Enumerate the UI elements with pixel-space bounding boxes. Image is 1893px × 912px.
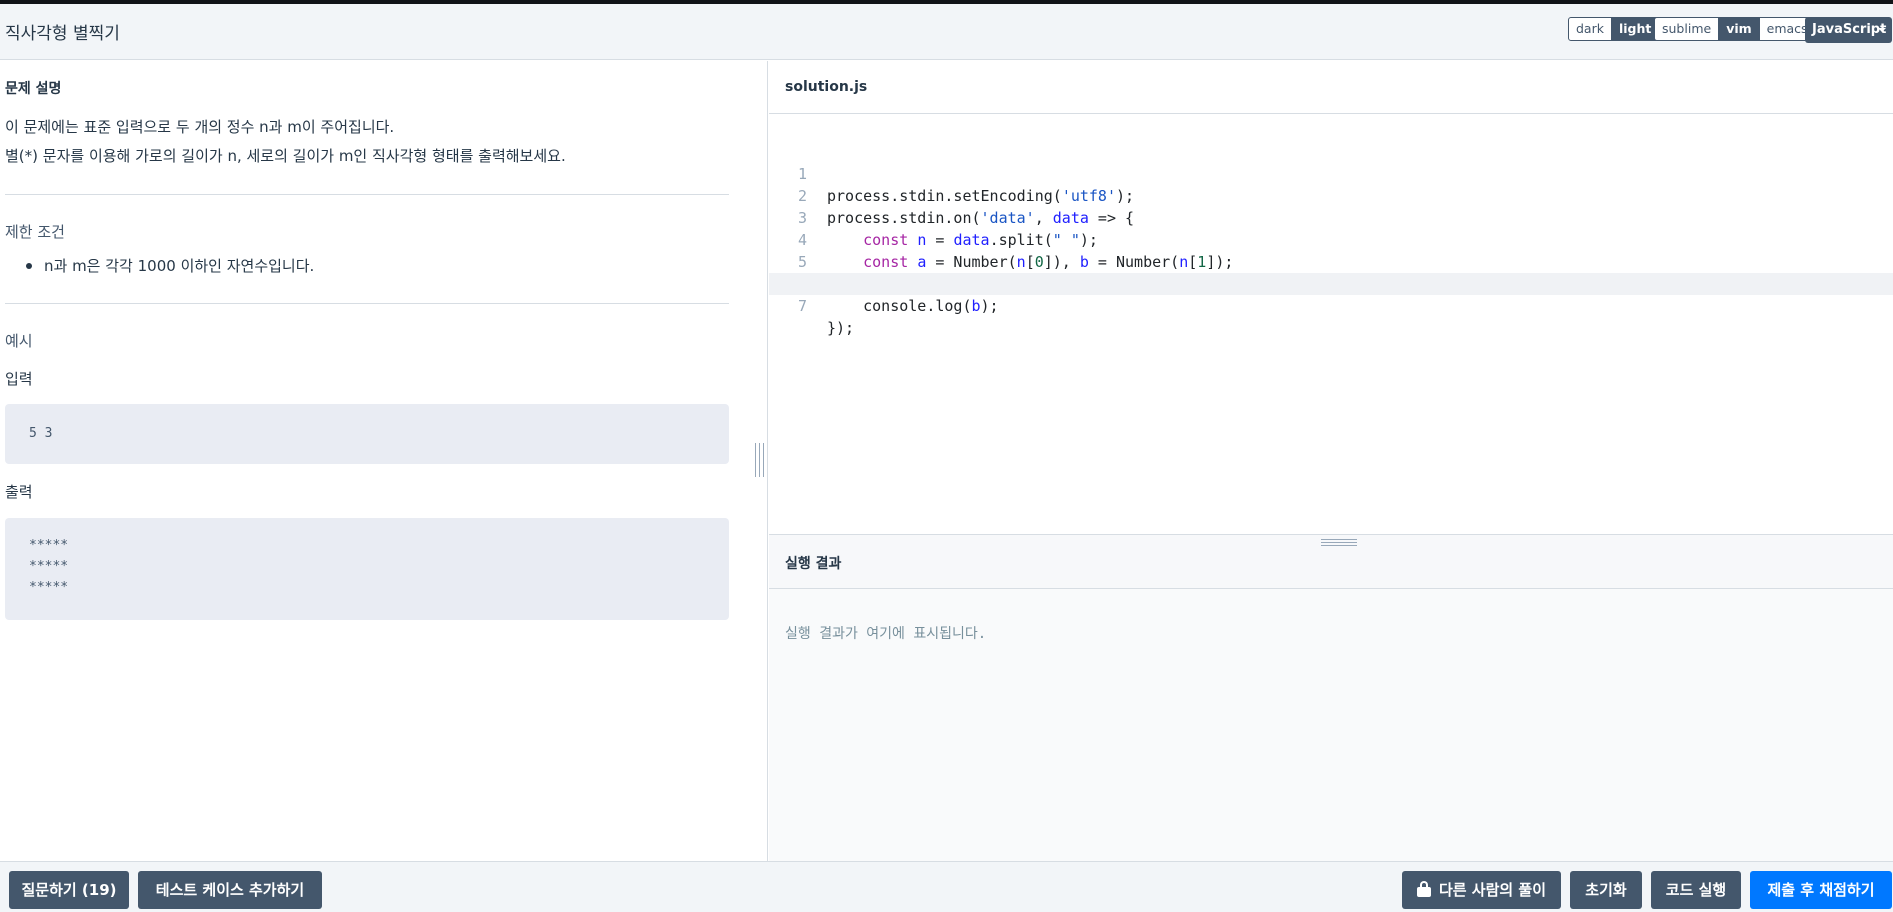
others-solution-button[interactable]: 다른 사람의 풀이 [1402,871,1561,909]
editor-header: solution.js [769,61,1893,114]
submit-button[interactable]: 제출 후 채점하기 [1750,871,1892,909]
header: 직사각형 별찍기 dark light sublime vim emacs Ja… [0,4,1893,60]
others-solution-label: 다른 사람의 풀이 [1438,881,1547,899]
output-label: 출력 [5,483,33,501]
keymap-toggle: sublime vim emacs [1654,17,1816,41]
language-dropdown[interactable]: JavaScript [1805,17,1892,43]
description-title: 문제 설명 [5,81,62,97]
code-line: 5 console.log(a); [769,229,1893,293]
keymap-sublime-button[interactable]: sublime [1654,17,1720,41]
theme-light-button[interactable]: light [1611,17,1660,41]
code-line-active: 7 }); [769,273,1893,337]
divider [5,303,729,304]
code-editor[interactable]: 1 process.stdin.setEncoding('utf8'); 2 p… [769,115,1893,534]
reset-button[interactable]: 초기화 [1570,871,1642,909]
line-number: 7 [797,297,807,315]
constraint-item: n과 m은 각각 1000 이하인 자연수입니다. [44,257,315,275]
problem-panel: 문제 설명 이 문제에는 표준 입력으로 두 개의 정수 n과 m이 주어집니다… [0,61,768,861]
input-example: 5 3 [5,404,729,464]
editor-filename: solution.js [785,79,868,95]
panel-resize-handle[interactable] [755,443,764,477]
divider [5,194,729,195]
footer: 질문하기 (19) 테스트 케이스 추가하기 다른 사람의 풀이 초기화 코드 … [0,861,1893,912]
keymap-vim-button[interactable]: vim [1719,17,1760,41]
code-line: 2 process.stdin.on('data', data => { [769,163,1893,227]
code-line: 4 const a = Number(n[0]), b = Number(n[1… [769,207,1893,271]
language-label: JavaScript [1812,22,1887,37]
result-output: 실행 결과가 여기에 표시됩니다. [769,589,1893,861]
output-example: ***** ***** ***** [5,518,729,620]
lock-icon [1416,881,1431,897]
result-header: 실행 결과 [769,534,1893,589]
code-line: 6 console.log(b); [769,251,1893,315]
constraints-title: 제한 조건 [5,223,65,241]
input-label: 입력 [5,370,33,388]
bullet-icon [26,263,32,269]
code-line: 1 process.stdin.setEncoding('utf8'); [769,141,1893,205]
code-line: 3 const n = data.split(" "); [769,185,1893,249]
page-title: 직사각형 별찍기 [5,24,120,44]
chevron-down-icon [1878,28,1886,32]
editor-panel: solution.js 1 process.stdin.setEncoding(… [769,61,1893,861]
description-line-1: 이 문제에는 표준 입력으로 두 개의 정수 n과 m이 주어집니다. [5,118,395,136]
theme-toggle: dark light [1568,17,1660,41]
add-testcase-button[interactable]: 테스트 케이스 추가하기 [138,871,322,909]
theme-dark-button[interactable]: dark [1568,17,1612,41]
ask-question-button[interactable]: 질문하기 (19) [9,871,129,909]
example-title: 예시 [5,332,33,350]
result-placeholder: 실행 결과가 여기에 표시됩니다. [785,626,987,642]
run-code-button[interactable]: 코드 실행 [1651,871,1741,909]
description-line-2: 별(*) 문자를 이용해 가로의 길이가 n, 세로의 길이가 m인 직사각형 … [5,147,566,165]
result-resize-handle[interactable] [1321,539,1357,547]
result-title: 실행 결과 [785,556,842,572]
